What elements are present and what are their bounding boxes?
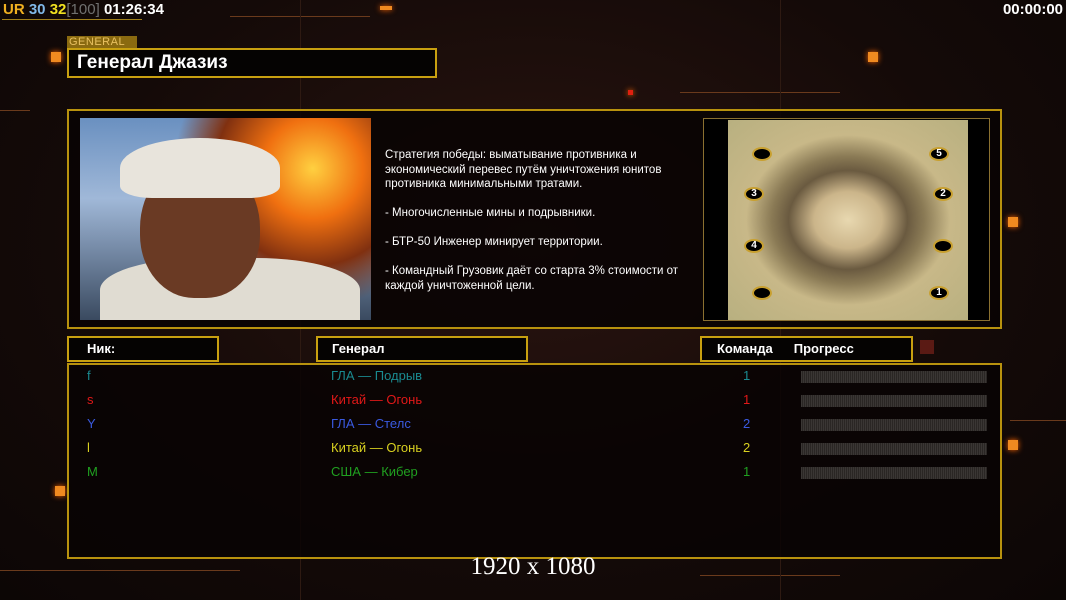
hud-value: 32 bbox=[49, 1, 67, 18]
general-title: Генерал Джазиз bbox=[67, 48, 437, 78]
decor-square bbox=[380, 6, 392, 10]
decor-square bbox=[920, 340, 934, 354]
player-progress-bar bbox=[801, 443, 987, 455]
decor-square bbox=[55, 486, 65, 496]
hud-stats: UR 30 32[100] 01:26:34 bbox=[3, 1, 164, 18]
spawn-marker: 2 bbox=[933, 187, 953, 201]
hud-ur: UR bbox=[3, 1, 25, 18]
decor-square bbox=[868, 52, 878, 62]
spawn-marker: 5 bbox=[929, 147, 949, 161]
description-strategy: Стратегия победы: выматывание противника… bbox=[385, 149, 662, 190]
general-tag: GENERAL bbox=[67, 36, 137, 48]
player-general: ГЛА — Подрыв bbox=[331, 368, 423, 383]
decor-square bbox=[1008, 440, 1018, 450]
header-nick: Ник: bbox=[67, 336, 219, 362]
players-table: f ГЛА — Подрыв 1 s Китай — Огонь 1 Y ГЛА… bbox=[67, 363, 1002, 559]
spawn-marker: 1 bbox=[929, 286, 949, 300]
player-nick: f bbox=[87, 368, 91, 383]
player-progress-bar bbox=[801, 419, 987, 431]
general-portrait bbox=[80, 118, 371, 320]
player-progress-bar bbox=[801, 467, 987, 479]
hud-underline bbox=[2, 19, 142, 20]
decor-line bbox=[0, 110, 30, 111]
spawn-marker-empty bbox=[752, 147, 772, 161]
player-team: 1 bbox=[743, 368, 751, 383]
player-row: l Китай — Огонь 2 bbox=[69, 440, 1000, 464]
player-nick: M bbox=[87, 464, 98, 479]
hud-time: 01:26:34 bbox=[103, 1, 164, 18]
hud-fps: 30 bbox=[28, 1, 46, 18]
description-item: - БТР-50 Инженер минирует территории. bbox=[385, 236, 603, 248]
player-progress-bar bbox=[801, 395, 987, 407]
game-clock: 00:00:00 bbox=[1002, 1, 1063, 18]
player-general: США — Кибер bbox=[331, 464, 418, 479]
description-item: - Командный Грузовик даёт со старта 3% с… bbox=[385, 265, 679, 292]
decor-square bbox=[51, 52, 61, 62]
description-item: - Многочисленные мины и подрывники. bbox=[385, 207, 596, 219]
header-general: Генерал bbox=[316, 336, 528, 362]
general-description: Стратегия победы: выматывание противника… bbox=[385, 148, 697, 308]
player-general: ГЛА — Стелс bbox=[331, 416, 411, 431]
decor-square bbox=[1008, 217, 1018, 227]
decor-line bbox=[680, 92, 840, 93]
decor-line bbox=[1010, 420, 1066, 421]
player-progress-bar bbox=[801, 371, 987, 383]
player-row: s Китай — Огонь 1 bbox=[69, 392, 1000, 416]
spawn-marker-empty bbox=[752, 286, 772, 300]
spawn-marker: 3 bbox=[744, 187, 764, 201]
player-general: Китай — Огонь bbox=[331, 440, 423, 455]
player-row: M США — Кибер 1 bbox=[69, 464, 1000, 488]
spawn-marker: 4 bbox=[744, 239, 764, 253]
resolution-label: 1920 x 1080 bbox=[470, 553, 596, 580]
player-row: Y ГЛА — Стелс 2 bbox=[69, 416, 1000, 440]
player-nick: s bbox=[87, 392, 94, 407]
player-nick: Y bbox=[87, 416, 96, 431]
portrait-turban bbox=[120, 138, 280, 198]
header-team: Команда bbox=[717, 341, 773, 356]
player-nick: l bbox=[87, 440, 90, 455]
player-general: Китай — Огонь bbox=[331, 392, 423, 407]
player-team: 2 bbox=[743, 440, 751, 455]
spawn-marker-empty bbox=[933, 239, 953, 253]
header-team-progress: Команда Прогресс bbox=[700, 336, 913, 362]
player-team: 2 bbox=[743, 416, 751, 431]
decor-square bbox=[628, 90, 633, 95]
header-progress: Прогресс bbox=[793, 341, 854, 356]
hud-limit: [100] bbox=[66, 1, 100, 18]
player-team: 1 bbox=[743, 392, 751, 407]
player-row: f ГЛА — Подрыв 1 bbox=[69, 368, 1000, 392]
map-preview: 1 2 3 4 5 bbox=[703, 118, 990, 321]
player-team: 1 bbox=[743, 464, 751, 479]
